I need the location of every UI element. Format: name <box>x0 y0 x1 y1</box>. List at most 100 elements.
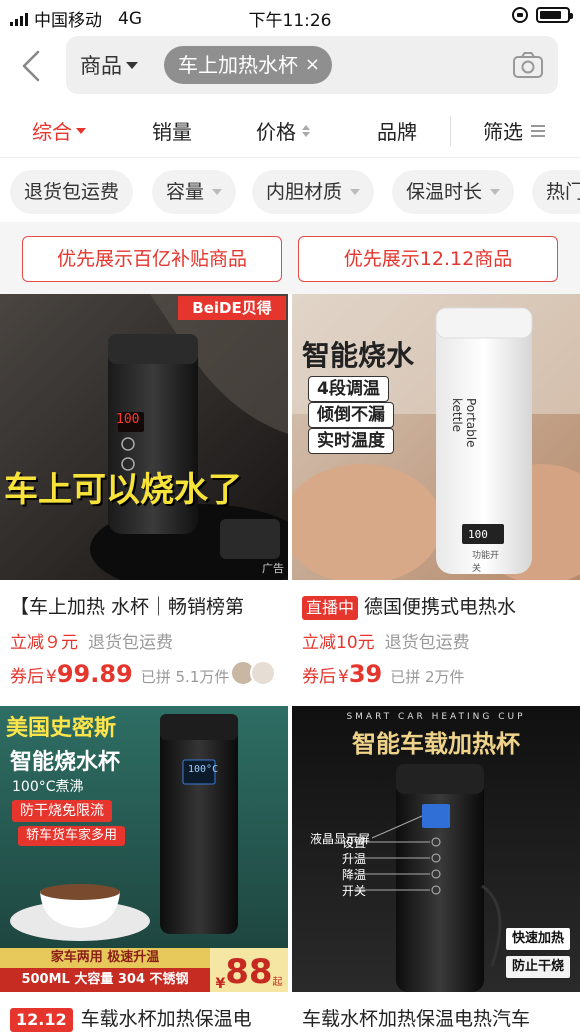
sort-tab-label: 品牌 <box>377 120 417 144</box>
product-title-row[interactable]: 12.12 车载水杯加热保温电 <box>10 1004 282 1032</box>
image-headline: 智能烧水杯 <box>10 750 121 775</box>
image-headline: 智能烧水 <box>302 339 415 372</box>
filter-chip-label: 容量 <box>166 181 205 203</box>
filter-chip-popular[interactable]: 热门 <box>532 170 580 214</box>
chevron-down-icon <box>126 61 138 69</box>
product-image[interactable]: BeiDE贝得 100 车上可以烧水了 广告 <box>0 294 288 580</box>
chevron-down-icon <box>212 189 223 195</box>
cup-label: Portable kettle <box>450 398 478 448</box>
sort-tab-label: 综合 <box>32 120 72 144</box>
clock: 下午11:26 <box>248 11 332 31</box>
product-discount-row: 立减10元 退货包运费 <box>302 628 470 653</box>
sort-tab-sales[interactable]: 销量 <box>152 116 192 145</box>
filter-chip-capacity[interactable]: 容量 <box>152 170 237 214</box>
search-scope-label: 商品 <box>80 54 122 78</box>
product-title[interactable]: 车载水杯加热保温电热汽车 <box>302 1004 574 1031</box>
image-english-title: SMART CAR HEATING CUP <box>346 712 526 722</box>
price-value: 39 <box>348 660 383 688</box>
sold-count: 已拼 5.1万件 <box>140 668 230 686</box>
product-card[interactable]: SMART CAR HEATING CUP 智能车载加热杯 液晶显示屏 设置 升… <box>292 706 580 1032</box>
filter-icon <box>531 124 545 137</box>
divider <box>450 116 451 146</box>
cup-display: 100°C <box>188 764 219 775</box>
orientation-lock-icon <box>512 7 528 23</box>
chevron-down-icon <box>350 189 361 195</box>
promo-badge: 12.12 <box>10 1008 73 1032</box>
battery-icon <box>536 7 573 23</box>
product-title: 德国便携式电热水 <box>364 596 517 618</box>
shipping-label: 退货包运费 <box>384 633 470 653</box>
product-image[interactable]: 智能烧水 4段调温 倾倒不漏 实时温度 Portable kettle 100 … <box>292 294 580 580</box>
avatar <box>250 660 276 686</box>
callout-label: 设置 <box>342 836 367 850</box>
filter-chip-label: 内胆材质 <box>266 181 343 203</box>
filter-chips: 退货包运费 容量 内胆材质 保温时长 热门 <box>0 170 580 216</box>
ad-label: 广告 <box>262 562 284 575</box>
image-price-tag: ¥ 88 起 <box>210 948 288 992</box>
filter-chip-label: 热门 <box>546 181 580 203</box>
product-discount-row: 立减９元 退货包运费 <box>10 628 173 653</box>
product-card[interactable]: BeiDE贝得 100 车上可以烧水了 广告 【车上加热 水杯｜畅销榜第 立减９… <box>0 294 288 704</box>
promo-1212-button[interactable]: 优先展示12.12商品 <box>298 236 558 282</box>
shipping-label: 退货包运费 <box>88 633 173 653</box>
image-banner: 家车两用 极速升温 <box>0 948 210 968</box>
product-card[interactable]: 美国史密斯 智能烧水杯 100°C煮沸 防干烧免限流 轿车货车家多用 100°C… <box>0 706 288 1032</box>
image-subtitle: 100°C煮沸 <box>12 779 84 795</box>
callout-label: 升温 <box>342 852 367 866</box>
product-card[interactable]: 智能烧水 4段调温 倾倒不漏 实时温度 Portable kettle 100 … <box>292 294 580 704</box>
filter-chip-return-shipping[interactable]: 退货包运费 <box>10 170 134 214</box>
image-price-suffix: 起 <box>272 977 283 988</box>
product-price-row: 券后 ¥39 已拼 2万件 <box>302 660 465 688</box>
image-price-value: 88 <box>225 952 273 992</box>
search-scope-dropdown[interactable]: 商品 <box>80 50 138 80</box>
sort-tab-label: 价格 <box>256 120 296 144</box>
discount-label: 立减９元 <box>10 633 78 653</box>
filter-chip-insulation-time[interactable]: 保温时长 <box>392 170 515 214</box>
search-query: 车上加热水杯 <box>178 53 298 77</box>
feature-label: 倾倒不漏 <box>308 402 394 428</box>
product-image[interactable]: 美国史密斯 智能烧水杯 100°C煮沸 防干烧免限流 轿车货车家多用 100°C… <box>0 706 288 992</box>
product-title: 车载水杯加热保温电 <box>80 1008 252 1030</box>
search-query-chip[interactable]: 车上加热水杯 × <box>164 46 332 84</box>
camera-icon[interactable] <box>512 50 544 80</box>
feature-label: 实时温度 <box>308 428 394 454</box>
sold-count: 已拼 2万件 <box>390 668 465 686</box>
feature-label: 防止干烧 <box>506 956 571 978</box>
discount-label: 立减10元 <box>302 633 375 653</box>
status-bar: 中国移动 4G 下午11:26 <box>0 0 580 32</box>
image-brand: 美国史密斯 <box>6 716 117 741</box>
live-badge: 直播中 <box>302 596 359 620</box>
sort-arrows-icon <box>302 124 310 137</box>
chevron-down-icon <box>490 189 501 195</box>
image-headline: 车上可以烧水了 <box>4 470 242 510</box>
promo-subsidy-button[interactable]: 优先展示百亿补贴商品 <box>22 236 282 282</box>
clear-query-icon[interactable]: × <box>305 46 320 84</box>
image-banner: 500ML 大容量 304 不锈钢 <box>0 968 210 992</box>
sort-tab-label: 销量 <box>152 120 192 144</box>
product-title-row[interactable]: 直播中 德国便携式电热水 <box>302 592 574 620</box>
sort-tab-price[interactable]: 价格 <box>256 116 310 145</box>
image-headline: 智能车载加热杯 <box>352 730 520 758</box>
promo-label: 优先展示12.12商品 <box>343 248 513 270</box>
search-header: 商品 车上加热水杯 × <box>0 32 580 100</box>
filter-chip-liner-material[interactable]: 内胆材质 <box>252 170 375 214</box>
filter-chip-label: 保温时长 <box>406 181 483 203</box>
price-value: 99.89 <box>56 660 133 688</box>
feature-label: 4段调温 <box>308 376 389 402</box>
back-arrow-icon[interactable] <box>18 48 46 84</box>
sort-tab-brand[interactable]: 品牌 <box>377 116 417 145</box>
sort-tab-comprehensive[interactable]: 综合 <box>32 116 86 145</box>
price-label: 券后 <box>10 667 44 687</box>
currency-symbol: ¥ <box>338 667 349 687</box>
product-title[interactable]: 【车上加热 水杯｜畅销榜第 <box>10 592 282 619</box>
search-bar[interactable]: 商品 车上加热水杯 × <box>66 36 558 94</box>
chevron-down-icon <box>76 127 86 134</box>
callout-label: 降温 <box>342 868 367 882</box>
filter-button[interactable]: 筛选 <box>483 116 545 145</box>
cup-display: 100 <box>116 412 140 427</box>
product-image[interactable]: SMART CAR HEATING CUP 智能车载加热杯 液晶显示屏 设置 升… <box>292 706 580 992</box>
sort-tabs: 综合 销量 价格 品牌 筛选 <box>0 104 580 158</box>
promo-label: 优先展示百亿补贴商品 <box>56 248 247 270</box>
currency-symbol: ¥ <box>46 667 57 687</box>
feature-label: 轿车货车家多用 <box>18 826 126 846</box>
